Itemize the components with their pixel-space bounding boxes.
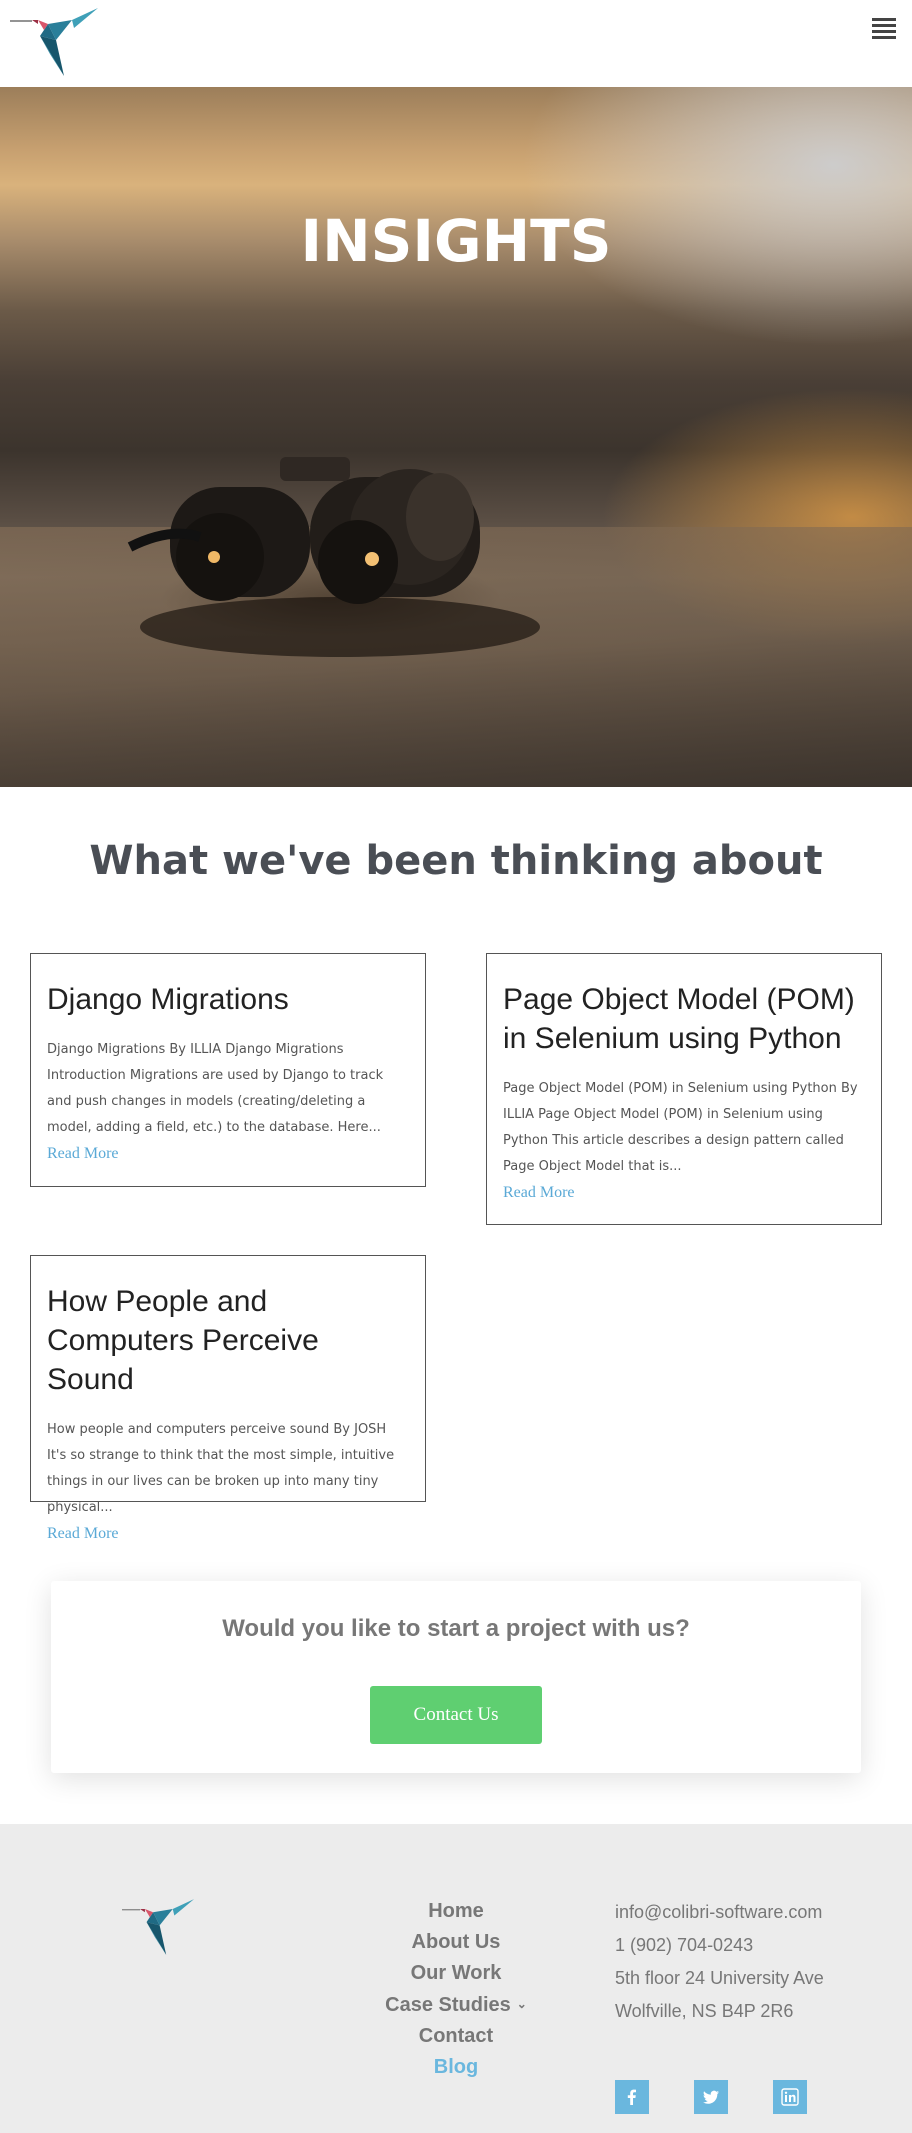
site-header — [0, 0, 912, 87]
contact-email[interactable]: info@colibri-software.com — [615, 1896, 905, 1929]
blog-card: Django Migrations Django Migrations By I… — [30, 953, 426, 1187]
hero-title: INSIGHTS — [300, 207, 612, 275]
hummingbird-logo-icon[interactable] — [122, 1892, 194, 1962]
blog-card-title[interactable]: How People and Computers Perceive Sound — [47, 1282, 409, 1399]
blog-card-excerpt: Django Migrations By ILLIA Django Migrat… — [47, 1042, 384, 1135]
footer-nav-home[interactable]: Home — [336, 1896, 576, 1927]
linkedin-icon[interactable] — [773, 2080, 807, 2114]
twitter-icon[interactable] — [694, 2080, 728, 2114]
footer-nav: Home About Us Our Work Case Studies ⌄ Con… — [336, 1896, 576, 2083]
read-more-link[interactable]: Read More — [503, 1180, 865, 1206]
blog-card: How People and Computers Perceive Sound … — [30, 1255, 426, 1542]
hero-banner: INSIGHTS — [0, 87, 912, 787]
chevron-down-icon[interactable]: ⌄ — [517, 1989, 527, 2020]
blog-card: Page Object Model (POM) in Selenium usin… — [486, 953, 882, 1225]
blog-card-title[interactable]: Page Object Model (POM) in Selenium usin… — [503, 980, 865, 1058]
binoculars-image — [127, 457, 540, 657]
contact-address-line1: 5th floor 24 University Ave — [615, 1968, 824, 1988]
footer-nav-contact[interactable]: Contact — [336, 2021, 576, 2052]
blog-card-excerpt: How people and computers perceive sound … — [47, 1422, 395, 1515]
footer-nav-our-work[interactable]: Our Work — [336, 1958, 576, 1989]
footer-nav-case-studies[interactable]: Case Studies ⌄ — [336, 1989, 576, 2021]
contact-address-line2: Wolfville, NS B4P 2R6 — [615, 2001, 794, 2021]
footer-nav-case-studies-label: Case Studies — [385, 1994, 511, 2016]
contact-phone[interactable]: 1 (902) 704-0243 — [615, 1929, 905, 1962]
cta-title: Would you like to start a project with u… — [222, 1615, 690, 1642]
site-footer: Home About Us Our Work Case Studies ⌄ Con… — [0, 1824, 912, 2133]
contact-us-button[interactable]: Contact Us — [370, 1686, 542, 1744]
facebook-icon[interactable] — [615, 2080, 649, 2114]
read-more-link[interactable]: Read More — [47, 1521, 409, 1547]
read-more-link[interactable]: Read More — [47, 1141, 409, 1167]
hamburger-menu-icon[interactable] — [872, 18, 896, 44]
footer-nav-about-us[interactable]: About Us — [336, 1927, 576, 1958]
footer-nav-blog[interactable]: Blog — [336, 2052, 576, 2083]
blog-card-title[interactable]: Django Migrations — [47, 980, 409, 1019]
hummingbird-logo-icon[interactable] — [10, 6, 98, 78]
footer-contact: info@colibri-software.com 1 (902) 704-02… — [615, 1896, 905, 2028]
blog-card-excerpt: Page Object Model (POM) in Selenium usin… — [503, 1081, 858, 1174]
section-title: What we've been thinking about — [89, 838, 823, 884]
cta-box: Would you like to start a project with u… — [51, 1581, 861, 1773]
